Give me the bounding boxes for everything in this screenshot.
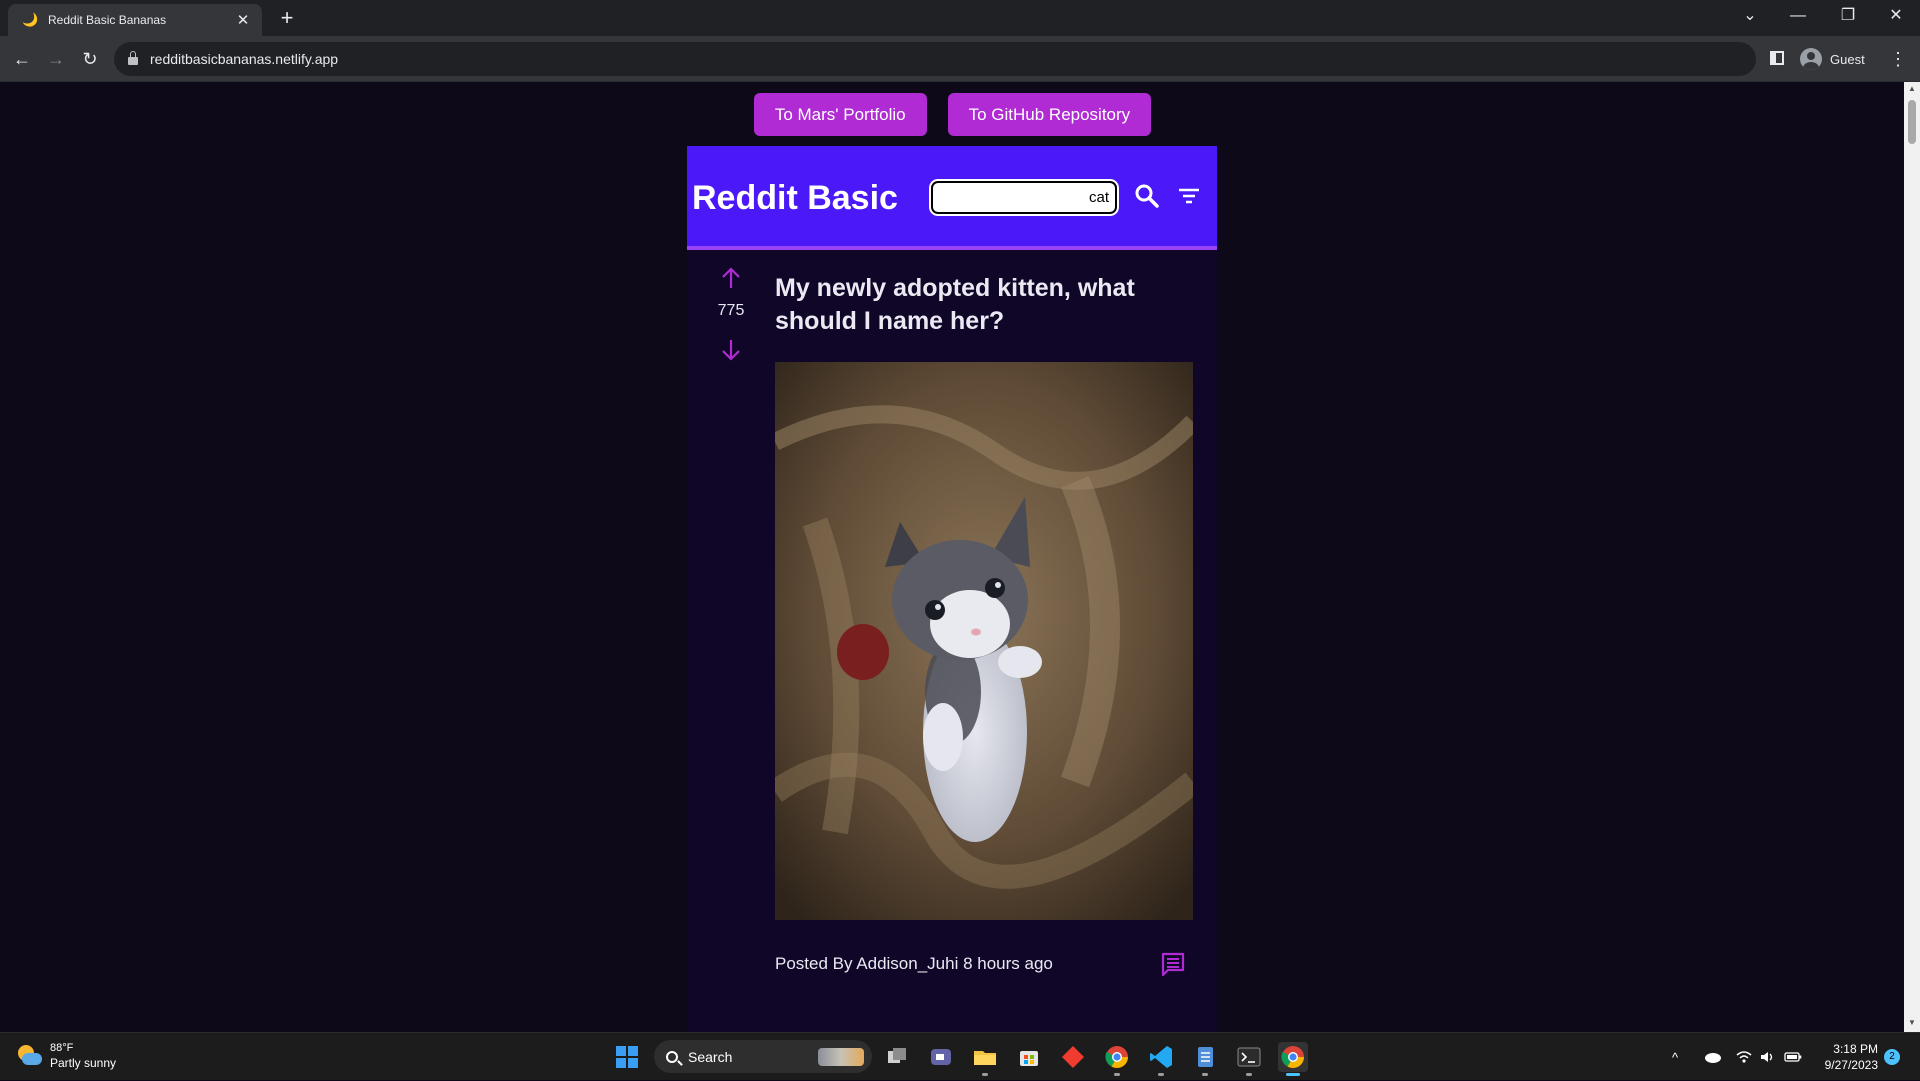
restore-button[interactable]: ❐ [1834, 4, 1862, 28]
vote-score: 775 [717, 302, 745, 319]
page-viewport: To Mars' Portfolio To GitHub Repository … [0, 82, 1904, 1032]
weather-temp: 88°F [50, 1042, 74, 1054]
search-highlight-art [818, 1048, 864, 1066]
search-input[interactable]: cat [931, 181, 1117, 214]
start-button[interactable] [616, 1046, 638, 1068]
tray-chevron-icon[interactable]: ^ [1672, 1033, 1678, 1081]
vscode-icon[interactable] [1146, 1042, 1176, 1076]
scroll-up-icon[interactable]: ▲ [1908, 84, 1916, 93]
clock-time: 3:18 PM [1833, 1042, 1878, 1056]
post-meta: Posted By Addison_Juhi 8 hours ago [775, 954, 1053, 973]
side-panel-icon[interactable] [1770, 51, 1784, 65]
volume-icon[interactable] [1760, 1033, 1776, 1081]
downvote-arrow-icon[interactable] [717, 336, 745, 364]
upvote-arrow-icon[interactable] [717, 264, 745, 292]
brand-title[interactable]: Reddit Basic [692, 179, 898, 218]
git-app-icon[interactable] [1058, 1042, 1088, 1072]
profile-button[interactable]: Guest [1800, 45, 1865, 73]
taskbar-clock[interactable]: 3:18 PM 9/27/2023 [1812, 1041, 1878, 1073]
back-button[interactable]: ← [8, 45, 36, 73]
url-text[interactable]: redditbasicbananas.netlify.app [150, 51, 338, 67]
file-explorer-icon[interactable] [970, 1042, 1000, 1076]
browser-tab[interactable]: 🌙 Reddit Basic Bananas ✕ [8, 4, 262, 36]
github-repo-button[interactable]: To GitHub Repository [947, 93, 1152, 136]
search-icon[interactable] [1133, 182, 1161, 210]
portfolio-button[interactable]: To Mars' Portfolio [753, 93, 927, 136]
lock-icon[interactable] [128, 51, 138, 65]
chrome-active-icon[interactable] [1278, 1042, 1308, 1076]
task-view-icon[interactable] [882, 1042, 912, 1072]
teams-meet-icon[interactable] [926, 1042, 956, 1072]
profile-avatar-icon [1800, 48, 1822, 70]
battery-icon[interactable] [1784, 1033, 1802, 1081]
reddit-basic-app: Reddit Basic cat 775 My newly adopted ki… [687, 146, 1217, 1032]
app-header: Reddit Basic cat [687, 146, 1217, 250]
weather-desc: Partly sunny [50, 1056, 117, 1070]
banana-favicon-icon: 🌙 [22, 12, 39, 27]
search-glass-icon [666, 1050, 678, 1063]
browser-toolbar: ← → ↻ redditbasicbananas.netlify.app Gue… [0, 36, 1920, 82]
scroll-thumb[interactable] [1908, 100, 1916, 144]
tab-title: Reddit Basic Bananas [48, 13, 167, 27]
page-scrollbar[interactable]: ▲ ▼ [1904, 82, 1920, 1032]
top-links: To Mars' Portfolio To GitHub Repository [0, 93, 1904, 136]
browser-tabstrip: 🌙 Reddit Basic Bananas ✕ + ⌄ — ❐ ✕ [0, 0, 1920, 36]
kitten-photo [775, 362, 1193, 920]
address-bar[interactable]: redditbasicbananas.netlify.app [114, 42, 1756, 76]
comments-icon[interactable] [1159, 950, 1187, 978]
wifi-icon[interactable] [1736, 1033, 1752, 1081]
new-tab-button[interactable]: + [276, 5, 298, 31]
onedrive-icon[interactable] [1704, 1033, 1722, 1081]
reload-button[interactable]: ↻ [76, 45, 104, 73]
post-title[interactable]: My newly adopted kitten, what should I n… [775, 272, 1195, 338]
tab-search-button[interactable]: ⌄ [1736, 4, 1764, 28]
terminal-icon[interactable] [1234, 1042, 1264, 1076]
microsoft-store-icon[interactable] [1014, 1042, 1044, 1072]
weather-widget[interactable]: 88°F Partly sunny [16, 1041, 116, 1071]
chrome-menu-button[interactable]: ⋮ [1888, 45, 1908, 73]
taskbar-search-label: Search [688, 1048, 733, 1065]
profile-label: Guest [1830, 51, 1865, 67]
clock-date: 9/27/2023 [1824, 1058, 1878, 1072]
chrome-icon[interactable] [1102, 1042, 1132, 1076]
minimize-button[interactable]: — [1784, 4, 1812, 28]
partly-sunny-icon [16, 1043, 42, 1069]
scroll-down-icon[interactable]: ▼ [1908, 1018, 1916, 1027]
tab-close-icon[interactable]: ✕ [234, 11, 252, 29]
taskbar-search[interactable]: Search [654, 1040, 872, 1073]
close-window-button[interactable]: ✕ [1882, 4, 1910, 28]
forward-button[interactable]: → [42, 45, 70, 73]
notification-badge[interactable]: 2 [1884, 1049, 1900, 1065]
windows-taskbar: 88°F Partly sunny Search ^ 3:18 PM 9/27/… [0, 1032, 1920, 1080]
notepad-icon[interactable] [1190, 1042, 1220, 1076]
filter-icon[interactable] [1175, 182, 1203, 210]
